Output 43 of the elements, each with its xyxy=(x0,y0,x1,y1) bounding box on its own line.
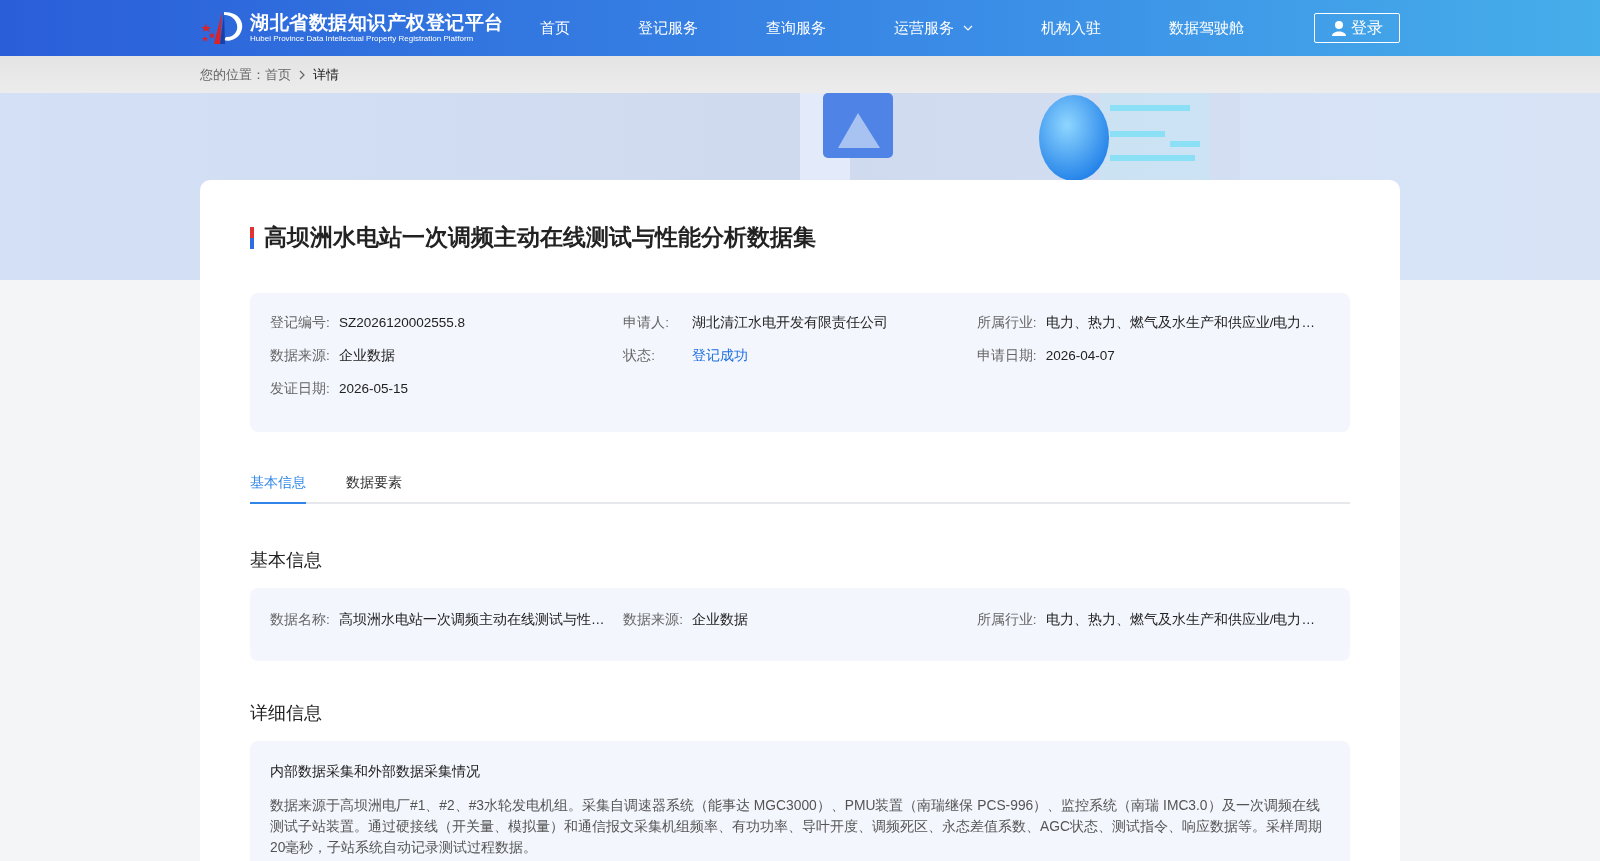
logo-subtitle: Hubei Province Data Intellectual Property Registration Platform xyxy=(250,34,475,44)
nav-link[interactable]: 登记服务 xyxy=(638,18,698,38)
nav-link[interactable]: 查询服务 xyxy=(766,18,826,38)
field-value: 企业数据 xyxy=(692,611,749,629)
tab[interactable]: 基本信息 xyxy=(250,474,306,504)
dataset-title: 高坝洲水电站一次调频主动在线测试与性能分析数据集 xyxy=(264,223,816,252)
field-value: 企业数据 xyxy=(339,347,395,365)
field-label: 所属行业: xyxy=(976,611,1038,629)
field-value: 2026-04-07 xyxy=(1045,347,1115,365)
field-value: 电力、热力、燃气及水生产和供应业/电力… xyxy=(1045,314,1315,332)
field-label: 申请人: xyxy=(623,314,671,332)
login-button[interactable]: 登录 xyxy=(1314,13,1400,43)
nav-link[interactable]: 首页 xyxy=(540,18,570,38)
field-label: 发证日期: xyxy=(270,380,331,398)
status-value: 登记成功 xyxy=(692,347,749,365)
field-label: 状态: xyxy=(623,347,657,365)
section-heading: 基本信息 xyxy=(250,549,323,572)
field-value: 湖北清江水电开发有限责任公司 xyxy=(692,314,889,332)
user-icon xyxy=(1331,20,1347,36)
chevron-down-icon xyxy=(963,25,973,31)
section-heading: 详细信息 xyxy=(250,702,323,725)
field-value: 2026-05-15 xyxy=(339,380,409,398)
detail-paragraph: 数据来源于高坝洲电厂#1、#2、#3水轮发电机组。采集自调速器系统（能事达 MGC3000）、PMU装置（南瑞继保 PCS-996）、监控系统（南瑞 IMC3.0）及一次调频在线测试子站装置。通过硬接线（开关量、模拟量）和通信报文采集机组频率、有功功率、导叶开度、调频死区、永态差值系数、AGC状态、测试指令、响应数据等。采样周期20毫秒，子站系统自动记录测试过程数据。 xyxy=(270,797,1323,857)
breadcrumb-link[interactable]: 详情 xyxy=(313,65,339,84)
field-value: 电力、热力、燃气及水生产和供应业/电力… xyxy=(1045,611,1315,629)
field-label: 数据来源: xyxy=(623,611,685,629)
breadcrumb-label: 您的位置： xyxy=(200,65,265,84)
chevron-right-icon xyxy=(299,69,305,80)
logo-title: 湖北省数据知识产权登记平台 xyxy=(250,12,504,34)
field-label: 所属行业: xyxy=(976,314,1038,332)
breadcrumb-link[interactable]: 首页 xyxy=(265,65,291,84)
tab[interactable]: 数据要素 xyxy=(346,474,402,504)
field-label: 数据名称: xyxy=(270,611,331,629)
field-label: 登记编号: xyxy=(270,314,331,332)
detail-subtitle: 内部数据采集和外部数据采集情况 xyxy=(270,763,481,781)
nav-link[interactable]: 运营服务 xyxy=(894,18,973,38)
nav-link[interactable]: 机构入驻 xyxy=(1041,18,1101,38)
field-label: 数据来源: xyxy=(270,347,331,365)
field-label: 申请日期: xyxy=(976,347,1038,365)
nav-link[interactable]: 数据驾驶舱 xyxy=(1169,18,1244,38)
title-marker-icon xyxy=(250,226,254,249)
field-value: 高坝洲水电站一次调频主动在线测试与性… xyxy=(339,611,605,629)
field-value: SZ2026120002555.8 xyxy=(339,314,466,332)
